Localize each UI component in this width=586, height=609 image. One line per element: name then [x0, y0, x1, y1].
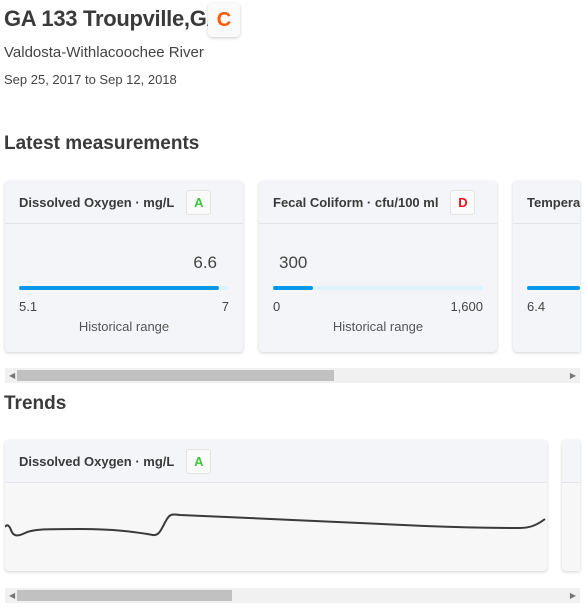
range-bar: [273, 286, 483, 290]
current-value: 300: [279, 253, 308, 272]
scroll-right-arrow[interactable]: ▶: [570, 368, 576, 383]
measurement-card-fecal-coliform[interactable]: Fecal Coliform · cfu/100 ml D 300 0 1,600…: [259, 181, 497, 352]
river-name: Valdosta-Withlacoochee River: [4, 44, 204, 61]
trends-scrollbar[interactable]: ◀ ▶: [5, 588, 580, 603]
range-bar-fill: [273, 286, 313, 290]
latest-scrollbar[interactable]: ◀ ▶: [5, 368, 580, 383]
card-title: Dissolved Oxygen · mg/L: [19, 194, 175, 210]
grade-badge: D: [450, 189, 476, 215]
range-bar-fill: [527, 286, 580, 290]
card-title: Tempera: [527, 194, 581, 210]
range-max: 7: [221, 299, 229, 314]
date-range: Sep 25, 2017 to Sep 12, 2018: [4, 72, 177, 87]
trend-sparkline: [5, 513, 546, 537]
scroll-left-arrow[interactable]: ◀: [9, 368, 15, 383]
grade-badge: A: [186, 189, 212, 215]
card-title: Dissolved Oxygen · mg/L: [19, 453, 175, 469]
trends-heading: Trends: [4, 393, 67, 414]
range-bar-fill: [19, 286, 219, 290]
range-min: 0: [273, 299, 281, 314]
trend-card-dissolved-oxygen[interactable]: Dissolved Oxygen · mg/L A: [5, 440, 547, 571]
trend-card-next[interactable]: [562, 440, 580, 571]
grade-badge: A: [186, 448, 212, 474]
measurement-card-temperature[interactable]: Tempera 6.4: [513, 181, 580, 352]
range-min: 5.1: [19, 299, 38, 314]
range-label: Historical range: [78, 319, 170, 334]
current-value: 6.6: [193, 253, 217, 272]
card-title: Fecal Coliform · cfu/100 ml: [273, 194, 439, 210]
range-bar: [19, 286, 229, 290]
range-min: 6.4: [527, 299, 546, 314]
range-max: 1,600: [450, 299, 483, 314]
scroll-left-arrow[interactable]: ◀: [9, 588, 15, 603]
site-title: GA 133 Troupville,GA: [4, 6, 223, 31]
range-label: Historical range: [332, 319, 424, 334]
latest-measurements-heading: Latest measurements: [4, 133, 200, 154]
scroll-right-arrow[interactable]: ▶: [570, 588, 576, 603]
scrollbar-thumb[interactable]: [17, 370, 334, 381]
range-bar: [527, 286, 580, 290]
scrollbar-thumb[interactable]: [17, 590, 232, 601]
site-grade-badge: C: [208, 3, 240, 37]
measurement-card-dissolved-oxygen[interactable]: Dissolved Oxygen · mg/L A 6.6 5.1 7 Histo…: [5, 181, 243, 352]
